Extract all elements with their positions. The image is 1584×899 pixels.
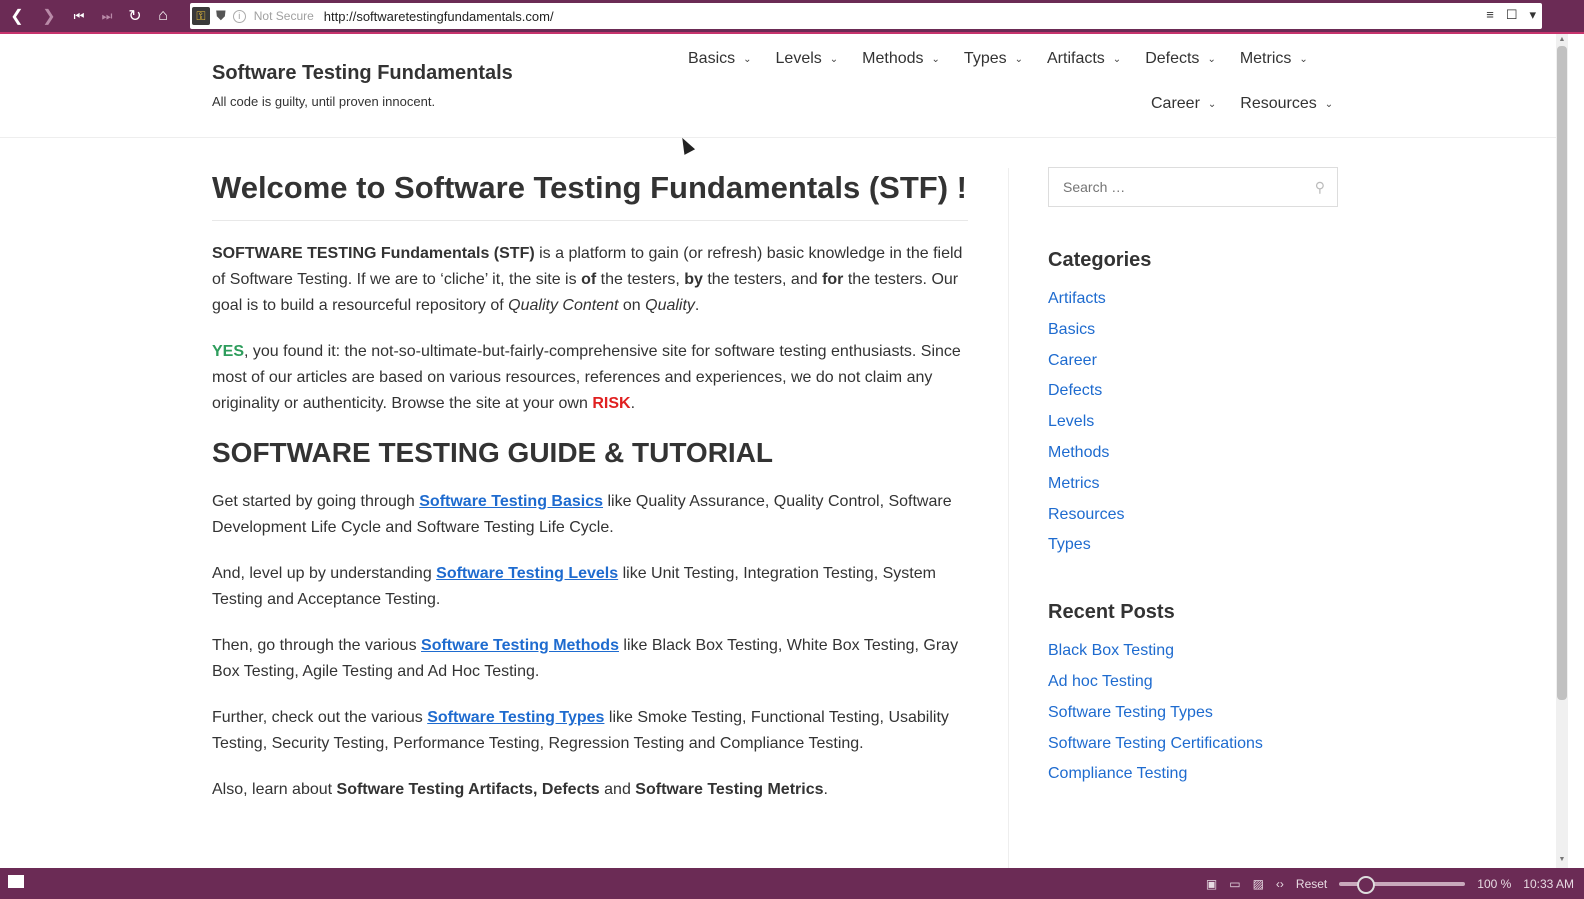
nav-types[interactable]: Types ⌄ (964, 50, 1023, 68)
guide-methods-paragraph: Then, go through the various Software Te… (212, 637, 959, 680)
panel-toggle-icon[interactable] (8, 875, 24, 888)
search-input[interactable] (1061, 178, 1295, 196)
chevron-down-icon: ⌄ (1207, 98, 1217, 110)
guide-levels-paragraph: And, level up by understanding Software … (212, 565, 936, 608)
guide-basics-paragraph: Get started by going through Software Te… (212, 493, 952, 536)
scrollbar-thumb[interactable] (1557, 46, 1567, 700)
shield-icon[interactable]: ⛊ (216, 8, 226, 24)
main-content: Welcome to Software Testing Fundamentals… (212, 168, 968, 823)
recent-post-item[interactable]: Software Testing Types (1048, 698, 1340, 729)
zoom-slider[interactable] (1339, 875, 1466, 894)
category-defects[interactable]: Defects (1048, 376, 1340, 407)
clock: 10:33 AM (1523, 876, 1574, 891)
zoom-level: 100 % (1477, 876, 1512, 891)
image-icon[interactable]: ▨ (1253, 877, 1264, 891)
chevron-down-icon: ⌄ (1014, 53, 1023, 65)
security-label: Not Secure (253, 9, 314, 23)
chevron-down-icon: ⌄ (1299, 53, 1308, 65)
recent-posts-title: Recent Posts (1048, 601, 1175, 624)
intro-paragraph: SOFTWARE TESTING Fundamentals (STF) is a… (212, 245, 963, 314)
site-title[interactable]: Software Testing Fundamentals (212, 62, 513, 85)
chevron-down-icon: ⌄ (1324, 98, 1334, 110)
nav-metrics[interactable]: Metrics ⌄ (1240, 50, 1308, 68)
scroll-up-icon[interactable]: ▲ (1556, 36, 1568, 46)
page-title: Welcome to Software Testing Fundamentals… (212, 170, 967, 205)
sidebar-divider (1008, 168, 1009, 868)
nav-methods[interactable]: Methods ⌄ (862, 50, 940, 68)
chevron-down-icon: ⌄ (743, 53, 752, 65)
categories-list: Artifacts Basics Career Defects Levels M… (1048, 284, 1340, 561)
reload-icon[interactable]: ↻ (122, 3, 148, 29)
info-icon[interactable]: i (232, 9, 246, 23)
nav-levels[interactable]: Levels ⌄ (776, 50, 839, 68)
recent-post-item[interactable]: Black Box Testing (1048, 636, 1340, 667)
skip-back-icon[interactable]: ⏮ (66, 3, 92, 29)
home-icon[interactable]: ⌂ (150, 3, 176, 29)
key-icon[interactable]: ⚿ (192, 7, 210, 25)
search-icon[interactable]: ⚲ (1315, 179, 1325, 196)
category-resources[interactable]: Resources (1048, 500, 1340, 531)
chevron-down-icon: ⌄ (1112, 53, 1122, 65)
main-nav-row-1: Basics ⌄ Levels ⌄ Methods ⌄ Types ⌄ Artifact… (688, 50, 1308, 68)
toolbar-accent-line (0, 32, 1584, 34)
recent-posts-list: Black Box Testing Ad hoc Testing Softwar… (1048, 636, 1340, 790)
category-artifacts[interactable]: Artifacts (1048, 284, 1340, 315)
browser-toolbar: ❮ ❯ ⏮ ⏭ ↻ ⌂ ⚿ ⛊ i Not Secure http://soft… (0, 0, 1584, 32)
nav-artifacts[interactable]: Artifacts ⌄ (1047, 50, 1121, 68)
camera-icon[interactable]: ▣ (1206, 877, 1217, 891)
reader-mode-icon[interactable]: ≡ (1486, 7, 1494, 23)
bookmark-icon[interactable]: ☐ (1506, 7, 1518, 23)
code-icon[interactable]: ‹› (1276, 877, 1284, 891)
zoom-reset-button[interactable]: Reset (1296, 877, 1327, 891)
disclaimer-paragraph: YES, you found it: the not-so-ultimate-b… (212, 343, 961, 412)
link-software-testing-basics[interactable]: Software Testing Basics (419, 493, 603, 510)
link-software-testing-levels[interactable]: Software Testing Levels (436, 565, 618, 582)
dropdown-icon[interactable]: ▾ (1529, 7, 1536, 23)
category-levels[interactable]: Levels (1048, 407, 1340, 438)
header-divider (0, 137, 1556, 138)
recent-post-item[interactable]: Software Testing Certifications (1048, 729, 1340, 760)
recent-post-item[interactable]: Compliance Testing (1048, 759, 1340, 790)
search-box: ⚲ (1048, 167, 1338, 207)
category-career[interactable]: Career (1048, 346, 1340, 377)
url-text[interactable]: http://softwaretestingfundamentals.com/ (324, 9, 554, 24)
back-icon[interactable]: ❮ (4, 3, 30, 29)
categories-title: Categories (1048, 249, 1152, 271)
scroll-down-icon[interactable]: ▼ (1556, 856, 1568, 866)
recent-post-item[interactable]: Ad hoc Testing (1048, 667, 1340, 698)
window-icon[interactable]: ▭ (1229, 877, 1240, 891)
browser-statusbar: ▣ ▭ ▨ ‹› Reset 100 % 10:33 AM (0, 868, 1584, 899)
guide-heading: SOFTWARE TESTING GUIDE & TUTORIAL (212, 437, 774, 468)
main-nav-row-2: Career ⌄ Resources ⌄ (1151, 95, 1333, 113)
zoom-slider-handle[interactable] (1357, 875, 1376, 894)
chevron-down-icon: ⌄ (931, 53, 940, 65)
nav-resources[interactable]: Resources ⌄ (1240, 95, 1333, 113)
link-software-testing-types[interactable]: Software Testing Types (427, 709, 604, 726)
category-methods[interactable]: Methods (1048, 438, 1340, 469)
nav-career[interactable]: Career ⌄ (1151, 95, 1216, 113)
category-metrics[interactable]: Metrics (1048, 469, 1340, 500)
sidebar: ⚲ Categories Artifacts Basics Career Def… (1048, 167, 1340, 790)
mouse-cursor (676, 135, 696, 155)
nav-defects[interactable]: Defects ⌄ (1145, 50, 1216, 68)
guide-types-paragraph: Further, check out the various Software … (212, 709, 949, 752)
forward-icon[interactable]: ❯ (36, 3, 62, 29)
nav-basics[interactable]: Basics ⌄ (688, 50, 752, 68)
chevron-down-icon: ⌄ (829, 53, 839, 65)
chevron-down-icon: ⌄ (1207, 53, 1216, 65)
site-tagline: All code is guilty, until proven innocen… (212, 94, 436, 109)
category-basics[interactable]: Basics (1048, 315, 1340, 346)
skip-forward-icon[interactable]: ⏭ (94, 3, 120, 29)
guide-artifacts-paragraph: Also, learn about Software Testing Artif… (212, 781, 828, 798)
address-bar[interactable]: ⚿ ⛊ i Not Secure http://softwaretestingf… (190, 3, 1542, 29)
link-software-testing-methods[interactable]: Software Testing Methods (421, 637, 619, 654)
category-types[interactable]: Types (1048, 530, 1340, 561)
title-divider (212, 220, 968, 221)
